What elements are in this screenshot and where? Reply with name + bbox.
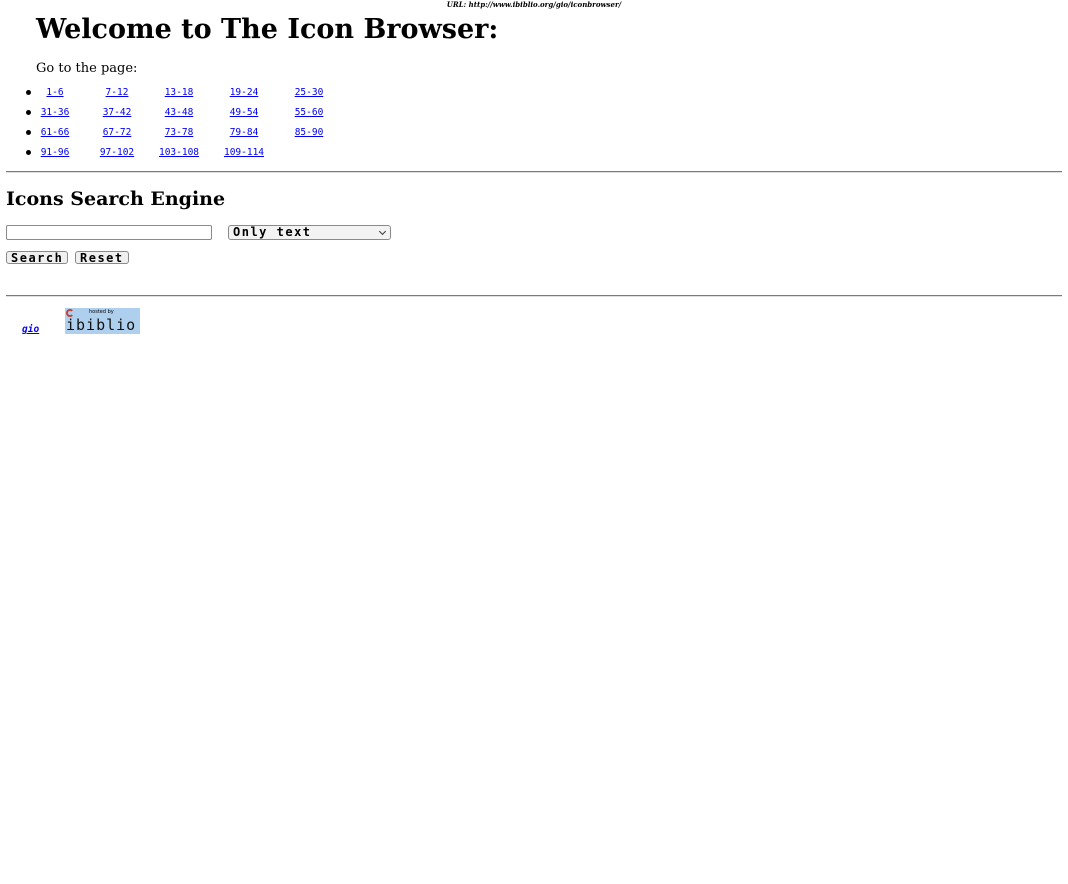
page-link[interactable]: 55-60	[279, 107, 339, 119]
divider	[6, 171, 1062, 173]
page-link-row: 31-36 37-42 43-48 49-54 55-60	[0, 104, 340, 124]
page-link[interactable]: 67-72	[87, 127, 147, 139]
badge-word: ibiblio	[66, 316, 137, 334]
chevron-down-icon	[378, 227, 387, 236]
page-link[interactable]: 61-66	[25, 127, 85, 139]
page-link[interactable]: 79-84	[214, 127, 274, 139]
divider	[6, 295, 1062, 297]
search-mode-select[interactable]: Only text	[228, 225, 391, 240]
search-mode-value: Only text	[233, 225, 312, 239]
page-link[interactable]: 43-48	[149, 107, 209, 119]
page-link-list: 1-6 7-12 13-18 19-24 25-30 31-36 37-42 4…	[0, 84, 340, 164]
url-line: URL: http://www.ibiblio.org/gio/iconbrow…	[446, 0, 622, 9]
page-link[interactable]: 85-90	[279, 127, 339, 139]
page-link[interactable]: 13-18	[149, 87, 209, 99]
page-link[interactable]: 25-30	[279, 87, 339, 99]
page-link[interactable]: 1-6	[25, 87, 85, 99]
page-link-row: 61-66 67-72 73-78 79-84 85-90	[0, 124, 340, 144]
search-input[interactable]	[6, 225, 212, 240]
search-heading: Icons Search Engine	[6, 188, 226, 210]
page-link[interactable]: 103-108	[149, 147, 209, 159]
page-link[interactable]: 109-114	[214, 147, 274, 159]
goto-label: Go to the page:	[36, 61, 138, 76]
page-link[interactable]: 31-36	[25, 107, 85, 119]
search-button[interactable]: Search	[6, 251, 69, 265]
page-link[interactable]: 73-78	[149, 127, 209, 139]
gio-link[interactable]: gio	[22, 324, 39, 336]
reset-button[interactable]: Reset	[75, 251, 129, 265]
page-link[interactable]: 97-102	[87, 147, 147, 159]
page-link[interactable]: 91-96	[25, 147, 85, 159]
page-title: Welcome to The Icon Browser:	[36, 14, 499, 45]
page-link[interactable]: 49-54	[214, 107, 274, 119]
page-link-row: 1-6 7-12 13-18 19-24 25-30	[0, 84, 340, 104]
ibiblio-badge[interactable]: hosted by ibiblio	[65, 308, 140, 334]
page-link[interactable]: 7-12	[87, 87, 147, 99]
page-link[interactable]: 19-24	[214, 87, 274, 99]
page-link[interactable]: 37-42	[87, 107, 147, 119]
badge-hosted-text: hosted by	[89, 309, 114, 315]
page-link-row: 91-96 97-102 103-108 109-114	[0, 144, 340, 164]
